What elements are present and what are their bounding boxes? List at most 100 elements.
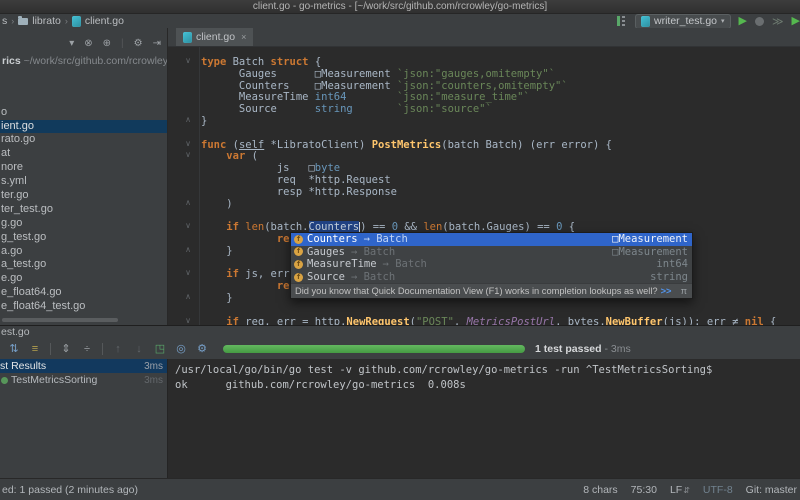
- project-tree-item[interactable]: [0, 92, 167, 106]
- git-branch-widget[interactable]: Git: master: [746, 484, 797, 496]
- collapse-icon[interactable]: ⊗: [84, 38, 92, 49]
- code-line[interactable]: resp *http.Response: [201, 186, 776, 199]
- chevron-down-icon: ▾: [721, 18, 725, 25]
- scroll-from-source-icon[interactable]: ⊕: [103, 38, 111, 49]
- run-with-coverage-button[interactable]: ≫: [772, 15, 784, 28]
- code-line[interactable]: }: [201, 115, 776, 128]
- filter-passed-icon[interactable]: ≡: [29, 343, 41, 355]
- line-separator-widget[interactable]: LF⇵: [670, 484, 690, 496]
- sort-tests-icon[interactable]: ⇅: [8, 343, 20, 355]
- project-tree-item[interactable]: a.go: [0, 245, 167, 259]
- caret-position-widget[interactable]: 75:30: [631, 484, 657, 496]
- project-tree-item[interactable]: ter_test.go: [0, 203, 167, 217]
- fold-close-icon[interactable]: ∧: [182, 245, 194, 254]
- project-tree-item[interactable]: e_float64.go: [0, 286, 167, 300]
- code-token: func: [201, 138, 233, 151]
- code-line[interactable]: ): [201, 198, 776, 211]
- completion-item-origin: → Batch: [363, 233, 408, 246]
- code-token: if: [226, 221, 246, 234]
- code-token: }: [201, 244, 233, 257]
- expand-all-icon[interactable]: ⇕: [60, 343, 72, 355]
- code-token: `json:"measure_time"`: [396, 91, 530, 104]
- test-settings-gear-icon[interactable]: ⚙: [196, 343, 208, 355]
- completion-item[interactable]: f Source → Batch string: [291, 271, 692, 284]
- gear-icon[interactable]: ⚙: [134, 38, 143, 49]
- fold-close-icon[interactable]: ∧: [182, 198, 194, 207]
- test-console-output[interactable]: /usr/local/go/bin/go test -v github.com/…: [167, 359, 800, 479]
- project-tree-item[interactable]: ter.go: [0, 189, 167, 203]
- breadcrumb-client-go[interactable]: client.go: [85, 15, 124, 27]
- field-icon: f: [294, 247, 303, 257]
- breadcrumb-librato[interactable]: librato: [32, 15, 61, 27]
- project-tree-item[interactable]: g.go: [0, 217, 167, 231]
- selection-chars-widget[interactable]: 8 chars: [583, 484, 617, 496]
- rerun-button[interactable]: ▶: [792, 15, 800, 27]
- project-tree-item[interactable]: [0, 78, 167, 92]
- completion-item-origin: → Batch: [350, 271, 396, 284]
- project-tree-item[interactable]: a_test.go: [0, 258, 167, 272]
- code-token: len: [245, 221, 265, 234]
- encoding-widget[interactable]: UTF-8: [703, 484, 733, 496]
- run-button[interactable]: ▶: [739, 15, 747, 27]
- code-token: js, err: [245, 268, 290, 281]
- fold-open-icon[interactable]: ∨: [182, 56, 194, 65]
- track-running-test-icon[interactable]: ◎: [175, 343, 187, 355]
- fold-open-icon[interactable]: ∨: [182, 139, 194, 148]
- run-configuration-select[interactable]: writer_test.go ▾: [635, 13, 731, 29]
- project-tree: o ient.go rato.go at nore s.yml ter.go ter_test…: [0, 64, 167, 314]
- editor-tab-client-go[interactable]: client.go ×: [176, 28, 254, 46]
- close-icon[interactable]: ×: [241, 32, 246, 42]
- completion-item[interactable]: f Gauges → Batch □Measurement: [291, 246, 692, 259]
- test-toolbar-icons: ⇅ ≡ ⇕ ÷ ↑ ↓ ◳ ◎ ⚙: [8, 343, 217, 355]
- project-tree-item[interactable]: ient.go: [0, 119, 167, 134]
- fold-close-icon[interactable]: ∧: [182, 292, 194, 301]
- fold-open-icon[interactable]: ∨: [182, 268, 194, 277]
- completion-item-type: int64: [656, 258, 688, 271]
- project-tree-item[interactable]: g_test.go: [0, 231, 167, 245]
- test-row-metrics-sorting[interactable]: TestMetricsSorting 3ms: [0, 373, 167, 387]
- project-tree-item[interactable]: [0, 64, 167, 78]
- project-tree-item[interactable]: at: [0, 147, 167, 161]
- test-row-results[interactable]: st Results 3ms: [0, 359, 167, 373]
- fold-open-icon[interactable]: ∨: [182, 316, 194, 325]
- completion-item[interactable]: f MeasureTime → Batch int64: [291, 258, 692, 271]
- completion-popup: f Counters → Batch □Measurement f Gauges → Bat…: [290, 232, 693, 300]
- completion-item[interactable]: f Counters → Batch □Measurement: [291, 233, 692, 246]
- project-tree-item[interactable]: o: [0, 106, 167, 120]
- project-tree-item[interactable]: e_float64_test.go: [0, 300, 167, 314]
- chevron-right-icon: ›: [11, 16, 15, 26]
- test-result-duration: - 3ms: [604, 343, 631, 355]
- project-tree-item[interactable]: e.go: [0, 272, 167, 286]
- horizontal-scrollbar[interactable]: [2, 318, 118, 322]
- code-line[interactable]: func (self *LibratoClient) PostMetrics(b…: [201, 138, 776, 152]
- project-tree-item[interactable]: s.yml: [0, 175, 167, 189]
- chevron-down-icon[interactable]: ▾: [69, 38, 74, 49]
- field-icon: f: [294, 272, 303, 282]
- breadcrumb: s › librato › client.go: [0, 15, 124, 27]
- vcs-changes-icon[interactable]: [617, 16, 625, 26]
- collapse-all-icon[interactable]: ÷: [81, 343, 93, 355]
- tool-window-tab[interactable]: est.go: [0, 326, 800, 339]
- status-message[interactable]: ed: 1 passed (2 minutes ago): [0, 484, 138, 496]
- import-test-results-icon[interactable]: ◳: [154, 343, 166, 355]
- project-tree-item[interactable]: nore: [0, 161, 167, 175]
- code-token: □Measurement: [314, 67, 397, 80]
- code-token: Gauges: [201, 67, 315, 80]
- debug-button[interactable]: [755, 16, 765, 26]
- fold-close-icon[interactable]: ∧: [182, 115, 194, 124]
- fold-open-icon[interactable]: ∨: [182, 221, 194, 230]
- hint-more-link[interactable]: >>: [661, 286, 672, 296]
- fold-open-icon[interactable]: ∨: [182, 150, 194, 159]
- breadcrumb-root[interactable]: s: [2, 15, 7, 27]
- next-failed-test-icon[interactable]: ↓: [133, 343, 145, 355]
- code-token: Batch: [232, 56, 271, 68]
- hide-panel-icon[interactable]: ⇥: [153, 38, 161, 49]
- code-token: }: [201, 291, 233, 304]
- project-tree-item[interactable]: rato.go: [0, 133, 167, 147]
- previous-failed-test-icon[interactable]: ↑: [112, 343, 124, 355]
- code-line[interactable]: Source string `json:"source"`: [201, 103, 776, 116]
